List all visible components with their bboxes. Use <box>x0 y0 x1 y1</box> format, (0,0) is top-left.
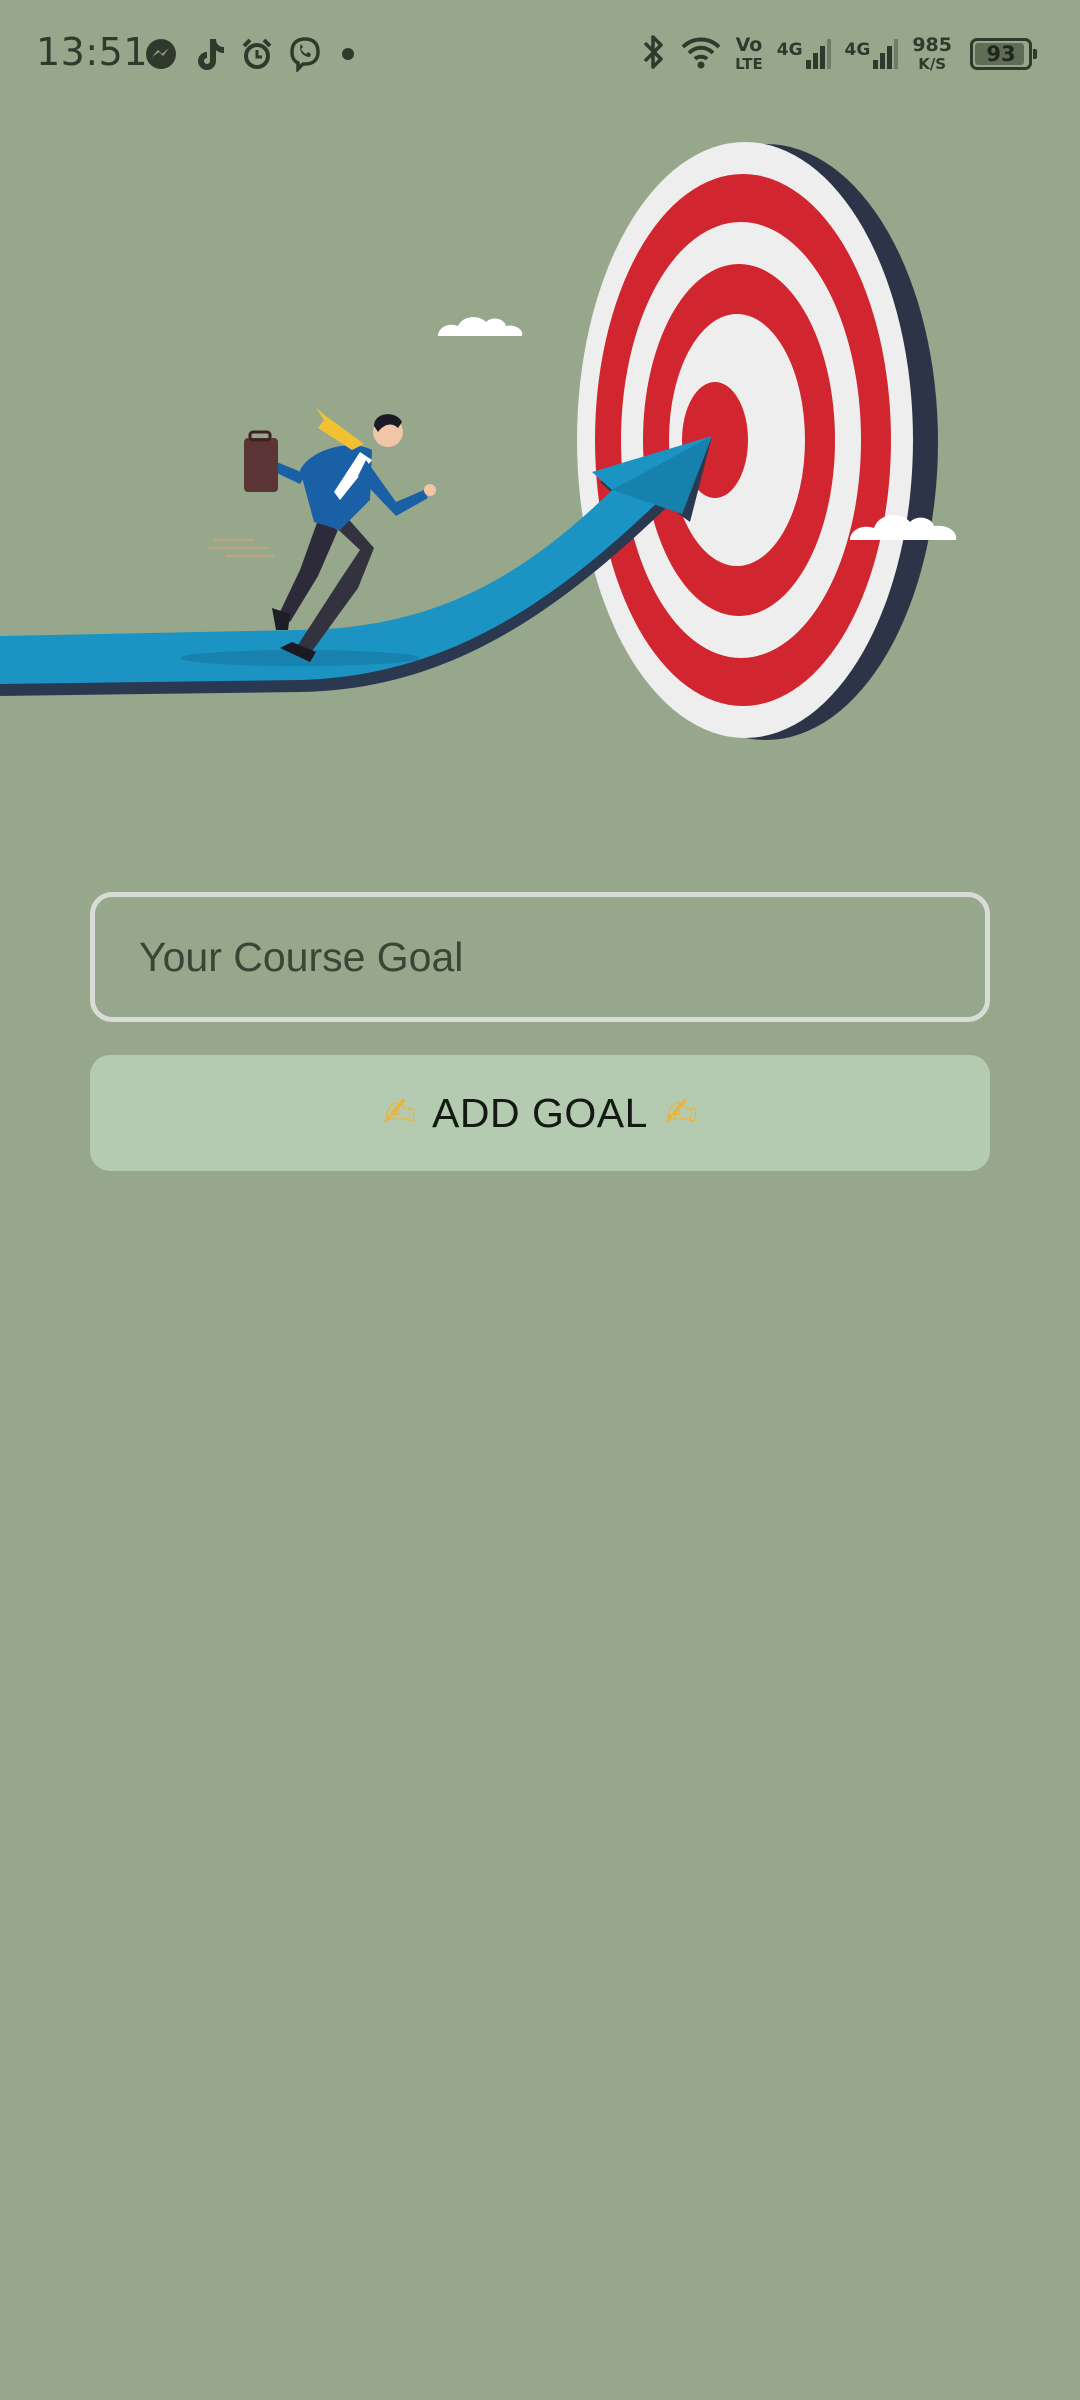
signal-bars-icon <box>873 39 899 69</box>
writing-hand-icon: ✍ <box>382 1090 417 1136</box>
app-screen: 13:51 Vo LTE 4G 4G 985 K/S 93 Your Cours… <box>0 0 1080 2400</box>
alarm-icon <box>240 37 274 71</box>
writing-hand-icon: ✍ <box>663 1090 698 1136</box>
signal-group-2: 4G <box>845 38 899 70</box>
signal-bars-icon <box>805 39 831 69</box>
add-goal-button[interactable]: ✍ ADD GOAL ✍ <box>90 1055 990 1171</box>
tiktok-icon <box>192 36 226 72</box>
dot-icon <box>336 42 360 66</box>
network-speed-unit: K/S <box>918 55 947 73</box>
volte-bottom-text: LTE <box>735 55 763 73</box>
status-bar: 13:51 Vo LTE 4G 4G 985 K/S 93 <box>0 0 1080 108</box>
battery-icon: 93 <box>970 38 1037 70</box>
network-speed-value: 985 <box>912 34 952 56</box>
notification-icons <box>144 34 360 74</box>
signal-group-1: 4G <box>777 38 831 70</box>
network-type-label: 4G <box>844 40 871 60</box>
battery-level: 93 <box>986 42 1016 66</box>
network-speed: 985 K/S <box>912 36 952 72</box>
goal-illustration <box>0 142 957 740</box>
status-time: 13:51 <box>36 30 149 74</box>
course-goal-input[interactable] <box>90 892 990 1022</box>
volte-top-text: Vo <box>735 34 763 56</box>
add-goal-label: ADD GOAL <box>432 1089 648 1136</box>
target-icon <box>577 142 938 740</box>
cloud-icon <box>438 317 523 336</box>
messenger-icon <box>144 37 178 71</box>
wifi-icon <box>681 35 721 74</box>
bluetooth-icon <box>639 33 667 76</box>
viber-icon <box>288 36 322 72</box>
volte-indicator: Vo LTE <box>735 36 763 72</box>
system-status-icons: Vo LTE 4G 4G 985 K/S 93 <box>639 30 1037 78</box>
network-type-label: 4G <box>776 40 803 60</box>
